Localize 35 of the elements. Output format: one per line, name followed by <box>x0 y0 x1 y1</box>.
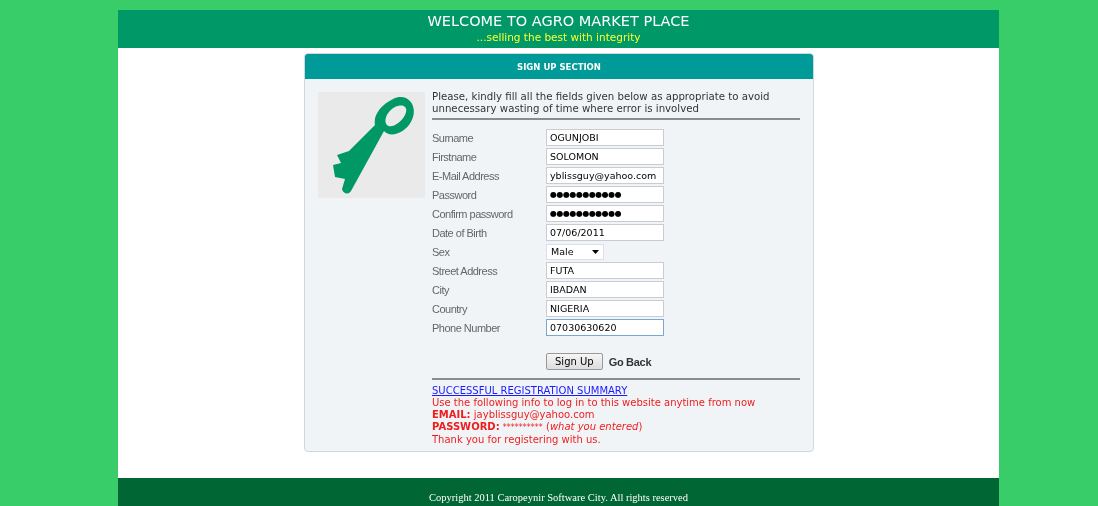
sex-dropdown[interactable]: Male <box>546 243 604 260</box>
go-back-link[interactable]: Go Back <box>608 355 652 368</box>
input-field[interactable]: IBADAN <box>546 281 664 298</box>
summary-line: EMAIL: jayblissguy@yahoo.com <box>432 409 596 421</box>
input-field[interactable]: NIGERIA <box>546 300 664 317</box>
field-label: Surname <box>432 131 475 144</box>
copyright-text: Copyright 2011 Caropeynir Software City. All rights reserved <box>428 492 689 503</box>
summary-line: PASSWORD: ********** (what you entered) <box>432 421 644 434</box>
field-label: City <box>432 283 451 296</box>
caret-icon <box>592 249 599 254</box>
field-label: Password <box>432 188 478 201</box>
instructions-text: Please, kindly fill all the fields given below as appropriate to avoid unnecessary wasting of time where error is involved <box>432 91 800 120</box>
summary-line: Thank you for registering with us. <box>432 434 602 446</box>
card-header: SIGN UP SECTION <box>305 54 813 79</box>
field-label: Phone Number <box>432 321 502 334</box>
input-field[interactable]: 07030630620 <box>546 319 664 336</box>
password-field[interactable]: ●●●●●●●●●●● <box>546 205 664 222</box>
field-label: Country <box>432 302 469 315</box>
summary-link[interactable]: SUCCESSFUL REGISTRATION SUMMARY <box>432 385 628 397</box>
input-field[interactable]: 07/06/2011 <box>546 224 664 241</box>
summary-line: Use the following info to log in to this website anytime from now <box>432 397 757 409</box>
field-label: Street Address <box>432 264 499 277</box>
input-field[interactable]: SOLOMON <box>546 148 664 165</box>
sign-up-button[interactable]: Sign Up <box>546 353 603 370</box>
password-field[interactable]: ●●●●●●●●●●● <box>546 186 664 203</box>
input-field[interactable]: yblissguy@yahoo.com <box>546 167 664 184</box>
field-label: Firstname <box>432 150 478 163</box>
field-label: Sex <box>432 245 451 258</box>
site-tagline: ...selling the best with integrity <box>476 30 641 44</box>
input-field[interactable]: OGUNJOBI <box>546 129 664 146</box>
field-label: E-Mail Address <box>432 169 500 182</box>
field-label: Date of Birth <box>432 226 488 239</box>
field-label: Confirm password <box>432 207 514 220</box>
site-title: WELCOME TO AGRO MARKET PLACE <box>427 12 690 30</box>
input-field[interactable]: FUTA <box>546 262 664 279</box>
